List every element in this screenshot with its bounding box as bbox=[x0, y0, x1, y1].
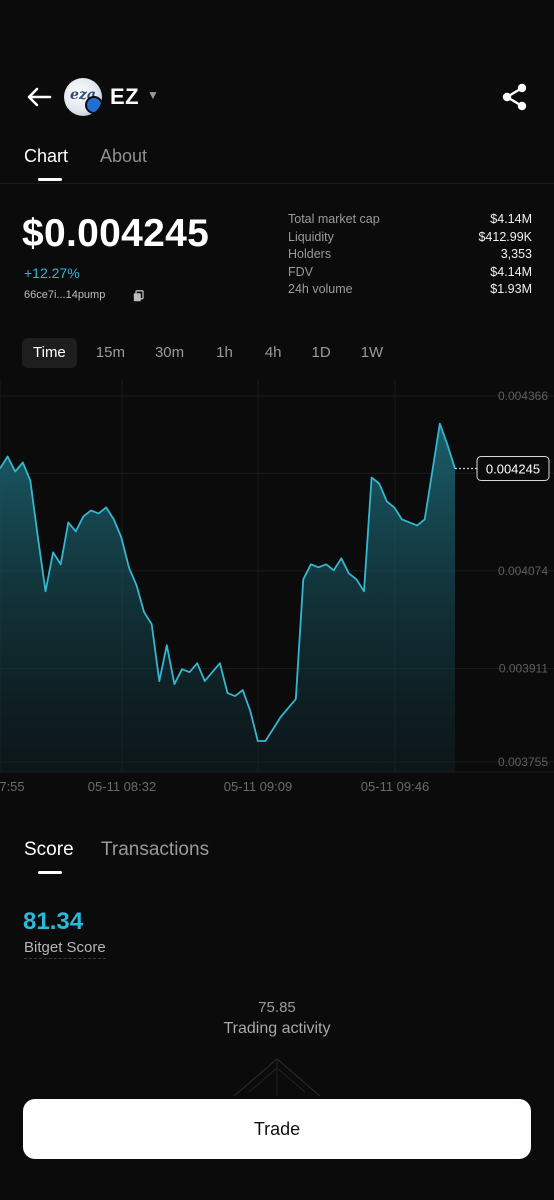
tab-chart[interactable]: Chart bbox=[24, 146, 68, 167]
stat-value: $4.14M bbox=[490, 264, 532, 279]
chevron-down-icon[interactable]: ▼ bbox=[147, 88, 159, 102]
stat-row: Holders 3,353 bbox=[288, 247, 532, 265]
trading-activity-label: Trading activity bbox=[223, 1020, 331, 1037]
x-tick-label: 05-11 09:46 bbox=[361, 779, 429, 794]
tab-transactions[interactable]: Transactions bbox=[101, 839, 209, 861]
interval-1w[interactable]: 1W bbox=[350, 338, 395, 368]
tab-about[interactable]: About bbox=[100, 146, 147, 167]
tab-active-indicator bbox=[38, 178, 62, 181]
stat-row: Liquidity $412.99K bbox=[288, 230, 532, 248]
stat-value: $1.93M bbox=[490, 282, 532, 296]
x-tick-label: 7:55 bbox=[0, 779, 25, 794]
current-price-tag-label: 0.004245 bbox=[486, 461, 540, 476]
y-tick-label: 0.004074 bbox=[498, 564, 548, 578]
current-price: $0.004245 bbox=[22, 212, 210, 255]
stat-row: 24h volume $1.93M bbox=[288, 282, 532, 300]
interval-selector: Time 15m 30m 1h 4h 1D 1W bbox=[22, 338, 394, 368]
trading-activity-value: 75.85 bbox=[258, 999, 296, 1016]
tab-score[interactable]: Score bbox=[24, 839, 74, 861]
stat-row: FDV $4.14M bbox=[288, 265, 532, 283]
copy-icon[interactable] bbox=[133, 289, 144, 302]
stat-value: $4.14M bbox=[490, 212, 532, 226]
interval-1h[interactable]: 1h bbox=[205, 338, 244, 368]
price-chart[interactable]: 0.0043660.0042370.0040740.0039110.003755… bbox=[0, 380, 554, 800]
interval-30m[interactable]: 30m bbox=[144, 338, 195, 368]
x-tick-label: 05-11 08:32 bbox=[88, 779, 156, 794]
stat-label: FDV bbox=[288, 264, 313, 279]
stat-label: 24h volume bbox=[288, 282, 353, 296]
token-stats: Total market cap $4.14M Liquidity $412.9… bbox=[288, 212, 532, 300]
bitget-score-value: 81.34 bbox=[23, 908, 84, 935]
radar-chart-icon bbox=[233, 1058, 321, 1096]
stat-value: $412.99K bbox=[478, 229, 532, 244]
stat-row: Total market cap $4.14M bbox=[288, 212, 532, 230]
x-tick-label: 05-11 09:09 bbox=[224, 779, 292, 794]
token-symbol[interactable]: EZ bbox=[110, 84, 139, 110]
y-tick-label: 0.004366 bbox=[498, 389, 548, 403]
interval-time[interactable]: Time bbox=[22, 338, 77, 368]
bitget-score-label[interactable]: Bitget Score bbox=[24, 939, 106, 959]
price-area bbox=[0, 423, 455, 772]
interval-1d[interactable]: 1D bbox=[301, 338, 342, 368]
contract-address: 66ce7i...14pump bbox=[24, 289, 106, 301]
interval-4h[interactable]: 4h bbox=[254, 338, 293, 368]
stat-label: Holders bbox=[288, 247, 332, 261]
chain-badge-icon bbox=[85, 96, 102, 114]
stat-label: Liquidity bbox=[288, 229, 334, 244]
back-arrow-icon bbox=[27, 87, 52, 107]
y-tick-label: 0.003911 bbox=[499, 662, 548, 676]
share-icon[interactable] bbox=[500, 82, 530, 112]
interval-15m[interactable]: 15m bbox=[85, 338, 136, 368]
back-button[interactable] bbox=[22, 80, 56, 114]
token-logo: eza bbox=[64, 78, 102, 116]
stat-value: 3,353 bbox=[500, 247, 532, 261]
divider bbox=[0, 183, 554, 184]
y-tick-label: 0.003755 bbox=[498, 755, 548, 769]
trade-button[interactable]: Trade bbox=[23, 1099, 531, 1159]
stat-label: Total market cap bbox=[288, 212, 380, 226]
score-tab-indicator bbox=[38, 871, 62, 874]
price-change: +12.27% bbox=[24, 265, 80, 281]
